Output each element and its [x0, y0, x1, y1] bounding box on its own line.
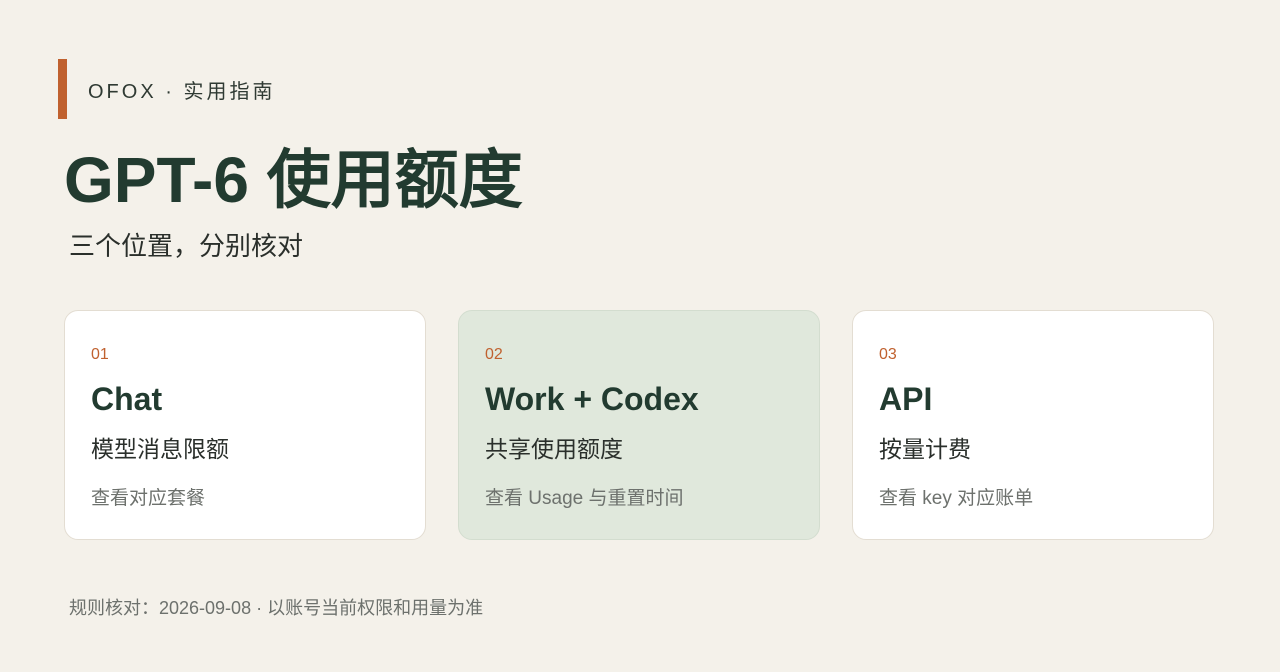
brand-label: OFOX · 实用指南: [88, 81, 276, 103]
page-title: GPT-6 使用额度: [64, 144, 523, 216]
card-title: Chat: [91, 381, 163, 417]
card-list: 01 Chat 模型消息限额 查看对应套餐 02 Work + Codex 共享…: [64, 310, 1214, 540]
card-number: 03: [879, 346, 897, 363]
footer-note: 规则核对：2026-09-08 · 以账号当前权限和用量为准: [69, 598, 484, 618]
card-number: 02: [485, 346, 503, 363]
card-subtitle: 模型消息限额: [91, 436, 229, 462]
accent-bar: [58, 59, 67, 119]
card-title: API: [879, 381, 933, 417]
page-subtitle: 三个位置，分别核对: [69, 231, 304, 261]
card-subtitle: 共享使用额度: [485, 436, 623, 462]
card-api: 03 API 按量计费 查看 key 对应账单: [852, 310, 1214, 540]
card-title: Work + Codex: [485, 381, 699, 417]
card-hint: 查看 Usage 与重置时间: [485, 488, 684, 509]
card-number: 01: [91, 346, 109, 363]
card-chat: 01 Chat 模型消息限额 查看对应套餐: [64, 310, 426, 540]
card-hint: 查看对应套餐: [91, 488, 206, 509]
card-subtitle: 按量计费: [879, 436, 971, 462]
card-work-codex: 02 Work + Codex 共享使用额度 查看 Usage 与重置时间: [458, 310, 820, 540]
card-hint: 查看 key 对应账单: [879, 488, 1034, 509]
